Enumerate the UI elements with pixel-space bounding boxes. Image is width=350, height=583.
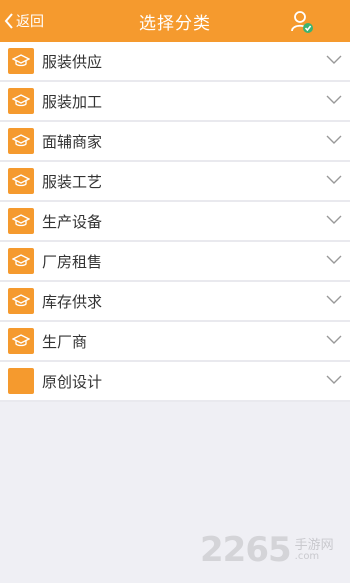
category-label: 生厂商 [42,332,88,351]
category-list: 服装供应 服装加工 面辅商家 服装工艺 生产设备 厂房租售 库存供求 生厂商 原… [0,42,350,402]
category-row[interactable]: 服装加工 [0,82,350,122]
category-label: 服装工艺 [42,172,103,191]
graduation-cap-icon [8,88,34,114]
watermark-number: 2265 [200,530,292,570]
category-row[interactable]: 服装工艺 [0,162,350,202]
category-row[interactable]: 生产设备 [0,202,350,242]
chevron-down-icon [326,335,342,344]
chevron-down-icon [326,55,342,64]
category-label: 面辅商家 [42,132,103,151]
category-row[interactable]: 原创设计 [0,362,350,402]
watermark-cn: 手游网 [294,537,334,553]
category-label: 原创设计 [42,372,103,391]
chevron-down-icon [326,135,342,144]
category-row[interactable]: 服装供应 [0,42,350,82]
chevron-down-icon [326,215,342,224]
chevron-down-icon [326,295,342,304]
chevron-down-icon [326,255,342,264]
category-row[interactable]: 生厂商 [0,322,350,362]
watermark-en: .com [294,550,320,562]
category-label: 生产设备 [42,212,103,231]
graduation-cap-icon [8,168,34,194]
graduation-cap-icon [8,288,34,314]
category-label: 服装供应 [42,52,103,71]
category-label: 服装加工 [42,92,103,111]
watermark: 2265 手游网 .com [200,530,334,570]
category-row[interactable]: 面辅商家 [0,122,350,162]
chevron-down-icon [326,95,342,104]
user-check-icon[interactable] [290,10,314,34]
graduation-cap-icon [8,128,34,154]
blank-square-icon [8,368,34,394]
graduation-cap-icon [8,48,34,74]
category-row[interactable]: 厂房租售 [0,242,350,282]
graduation-cap-icon [8,328,34,354]
category-label: 库存供求 [42,292,103,311]
category-row[interactable]: 库存供求 [0,282,350,322]
graduation-cap-icon [8,248,34,274]
chevron-down-icon [326,175,342,184]
graduation-cap-icon [8,208,34,234]
watermark-text: 手游网 .com [295,539,334,562]
chevron-down-icon [326,375,342,384]
category-label: 厂房租售 [42,252,103,271]
app-header: 返回 选择分类 [0,0,350,42]
